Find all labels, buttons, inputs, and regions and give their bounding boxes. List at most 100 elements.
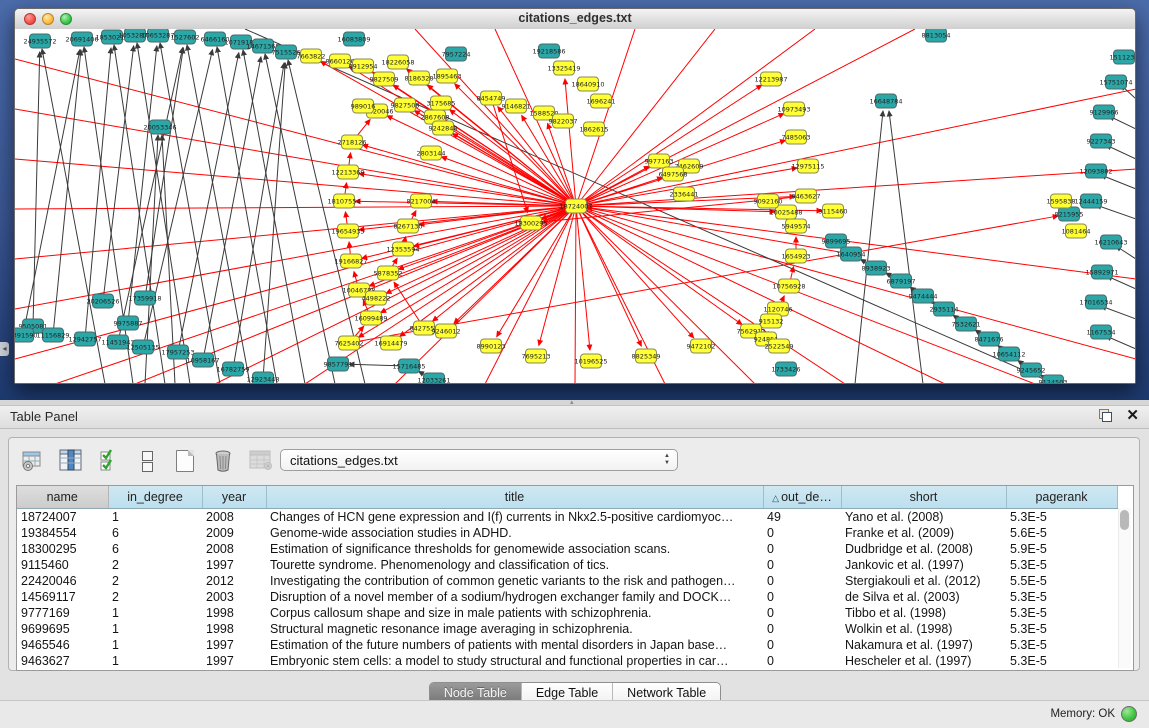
cell-title[interactable]: Changes of HCN gene expression and I(f) … <box>266 509 763 526</box>
cell-short[interactable]: Franke et al. (2009) <box>841 525 1006 541</box>
network-window-titlebar[interactable]: citations_edges.txt <box>15 9 1135 30</box>
cell-out_degree[interactable]: 0 <box>763 605 841 621</box>
graph-node[interactable]: 3175685 <box>427 96 456 110</box>
graph-node[interactable]: 9124503 <box>1039 375 1068 383</box>
cell-name[interactable]: 19384554 <box>17 525 108 541</box>
graph-node[interactable]: 15716485 <box>392 359 425 373</box>
cell-short[interactable]: Stergiakouli et al. (2012) <box>841 573 1006 589</box>
graph-node[interactable]: 915132 <box>759 314 784 328</box>
cell-year[interactable]: 1998 <box>202 621 266 637</box>
graph-node[interactable]: 15751074 <box>1099 75 1132 89</box>
graph-node[interactable]: 8454749 <box>477 91 506 105</box>
cell-year[interactable]: 2003 <box>202 589 266 605</box>
graph-node[interactable]: 18640910 <box>571 77 604 91</box>
graph-node[interactable]: 16083809 <box>337 32 370 46</box>
delete-rows-icon[interactable] <box>211 449 235 473</box>
table-row[interactable]: 1872400712008Changes of HCN gene express… <box>17 509 1117 526</box>
graph-node[interactable]: 2935114 <box>930 302 959 316</box>
graph-node[interactable]: 13325419 <box>547 61 580 75</box>
cell-name[interactable]: 9465546 <box>17 637 108 653</box>
graph-node[interactable]: 16648784 <box>869 94 902 108</box>
cell-year[interactable]: 2008 <box>202 509 266 526</box>
cell-year[interactable]: 1997 <box>202 557 266 573</box>
cell-name[interactable]: 9463627 <box>17 653 108 669</box>
cell-title[interactable]: Tourette syndrome. Phenomenology and cla… <box>266 557 763 573</box>
table-row[interactable]: 1830029562008Estimation of significance … <box>17 541 1117 557</box>
cell-pagerank[interactable]: 5.3E-5 <box>1006 589 1117 605</box>
cell-in_degree[interactable]: 1 <box>108 621 202 637</box>
cell-pagerank[interactable]: 5.3E-5 <box>1006 605 1117 621</box>
cell-short[interactable]: Jankovic et al. (1997) <box>841 557 1006 573</box>
graph-node[interactable]: 20691406 <box>65 32 98 46</box>
graph-node[interactable]: 9242848 <box>429 121 458 135</box>
graph-node[interactable]: 9474444 <box>909 289 938 303</box>
graph-node[interactable]: 1895463 <box>433 69 462 83</box>
graph-node[interactable]: 8267130 <box>394 219 423 233</box>
column-header-short[interactable]: short <box>841 486 1006 509</box>
cell-title[interactable]: Structural magnetic resonance image aver… <box>266 621 763 637</box>
cell-in_degree[interactable]: 6 <box>108 525 202 541</box>
table-scrollbar[interactable] <box>1118 508 1131 668</box>
cell-pagerank[interactable]: 5.6E-5 <box>1006 525 1117 541</box>
graph-node[interactable]: 7957224 <box>442 47 471 61</box>
cell-pagerank[interactable]: 5.3E-5 <box>1006 621 1117 637</box>
cell-out_degree[interactable]: 0 <box>763 637 841 653</box>
cell-short[interactable]: Hescheler et al. (1997) <box>841 653 1006 669</box>
graph-node[interactable]: 12033261 <box>417 373 450 383</box>
graph-node[interactable]: 7663822 <box>297 49 326 63</box>
graph-node[interactable]: 9822037 <box>549 114 578 128</box>
cell-out_degree[interactable]: 0 <box>763 653 841 669</box>
cell-year[interactable]: 1997 <box>202 653 266 669</box>
graph-node[interactable]: 7625402 <box>335 336 364 350</box>
graph-node[interactable]: 1696241 <box>587 94 616 108</box>
graph-node[interactable]: 1733426 <box>772 362 801 376</box>
cell-year[interactable]: 1997 <box>202 637 266 653</box>
splitter-grip-icon[interactable]: ▴ <box>570 400 580 405</box>
graph-node[interactable]: 12444159 <box>1074 194 1107 208</box>
cell-title[interactable]: Disruption of a novel member of a sodium… <box>266 589 763 605</box>
cell-short[interactable]: Yano et al. (2008) <box>841 509 1006 526</box>
cell-title[interactable]: Estimation of significance thresholds fo… <box>266 541 763 557</box>
table-row[interactable]: 946554611997Estimation of the future num… <box>17 637 1117 653</box>
cell-name[interactable]: 9777169 <box>17 605 108 621</box>
cell-out_degree[interactable]: 0 <box>763 573 841 589</box>
cell-short[interactable]: de Silva et al. (2003) <box>841 589 1006 605</box>
cell-name[interactable]: 14569117 <box>17 589 108 605</box>
graph-node[interactable]: 9977163 <box>645 154 674 168</box>
cell-short[interactable]: Wolkin et al. (1998) <box>841 621 1006 637</box>
cell-title[interactable]: Estimation of the future numbers of pati… <box>266 637 763 653</box>
graph-node[interactable]: 1527602 <box>171 30 200 44</box>
graph-node[interactable]: 5878352 <box>374 266 403 280</box>
graph-node[interactable]: 9472102 <box>687 339 716 353</box>
graph-node[interactable]: 6497568 <box>659 167 688 181</box>
column-header-out-degree[interactable]: △out_de… <box>763 486 841 509</box>
graph-node[interactable]: 8471676 <box>975 332 1004 346</box>
graph-node[interactable]: 8912954 <box>349 59 378 73</box>
table-row[interactable]: 1456911722003Disruption of a novel membe… <box>17 589 1117 605</box>
cell-short[interactable]: Nakamura et al. (1997) <box>841 637 1006 653</box>
float-panel-icon[interactable] <box>1099 409 1112 422</box>
cell-out_degree[interactable]: 0 <box>763 621 841 637</box>
graph-node[interactable]: 9246012 <box>432 324 461 338</box>
sidebar-collapse-handle[interactable]: ◂ <box>0 342 9 356</box>
cell-out_degree[interactable]: 0 <box>763 541 841 557</box>
cell-year[interactable]: 2008 <box>202 541 266 557</box>
column-header-title[interactable]: title <box>266 486 763 509</box>
scrollbar-thumb[interactable] <box>1120 510 1129 530</box>
graph-node[interactable]: 17359918 <box>128 291 161 305</box>
cell-in_degree[interactable]: 2 <box>108 557 202 573</box>
cell-in_degree[interactable]: 1 <box>108 637 202 653</box>
cell-name[interactable]: 18724007 <box>17 509 108 526</box>
graph-node[interactable]: 10196525 <box>574 354 607 368</box>
network-view-window[interactable]: citations_edges.txt 24935572206914061853… <box>14 8 1136 384</box>
graph-node[interactable]: 9129966 <box>1090 105 1119 119</box>
graph-node[interactable]: 5949574 <box>782 219 811 233</box>
graph-node[interactable]: 24935572 <box>23 34 56 48</box>
network-canvas[interactable]: 2493557220691406185302111053287910653287… <box>15 29 1135 383</box>
cell-in_degree[interactable]: 2 <box>108 573 202 589</box>
column-header-name[interactable]: name <box>17 486 108 509</box>
graph-node[interactable]: 6879197 <box>887 274 916 288</box>
graph-node[interactable]: 7695213 <box>522 349 551 363</box>
graph-node[interactable]: 8813054 <box>922 29 951 42</box>
graph-node[interactable]: 12213369 <box>331 165 364 179</box>
